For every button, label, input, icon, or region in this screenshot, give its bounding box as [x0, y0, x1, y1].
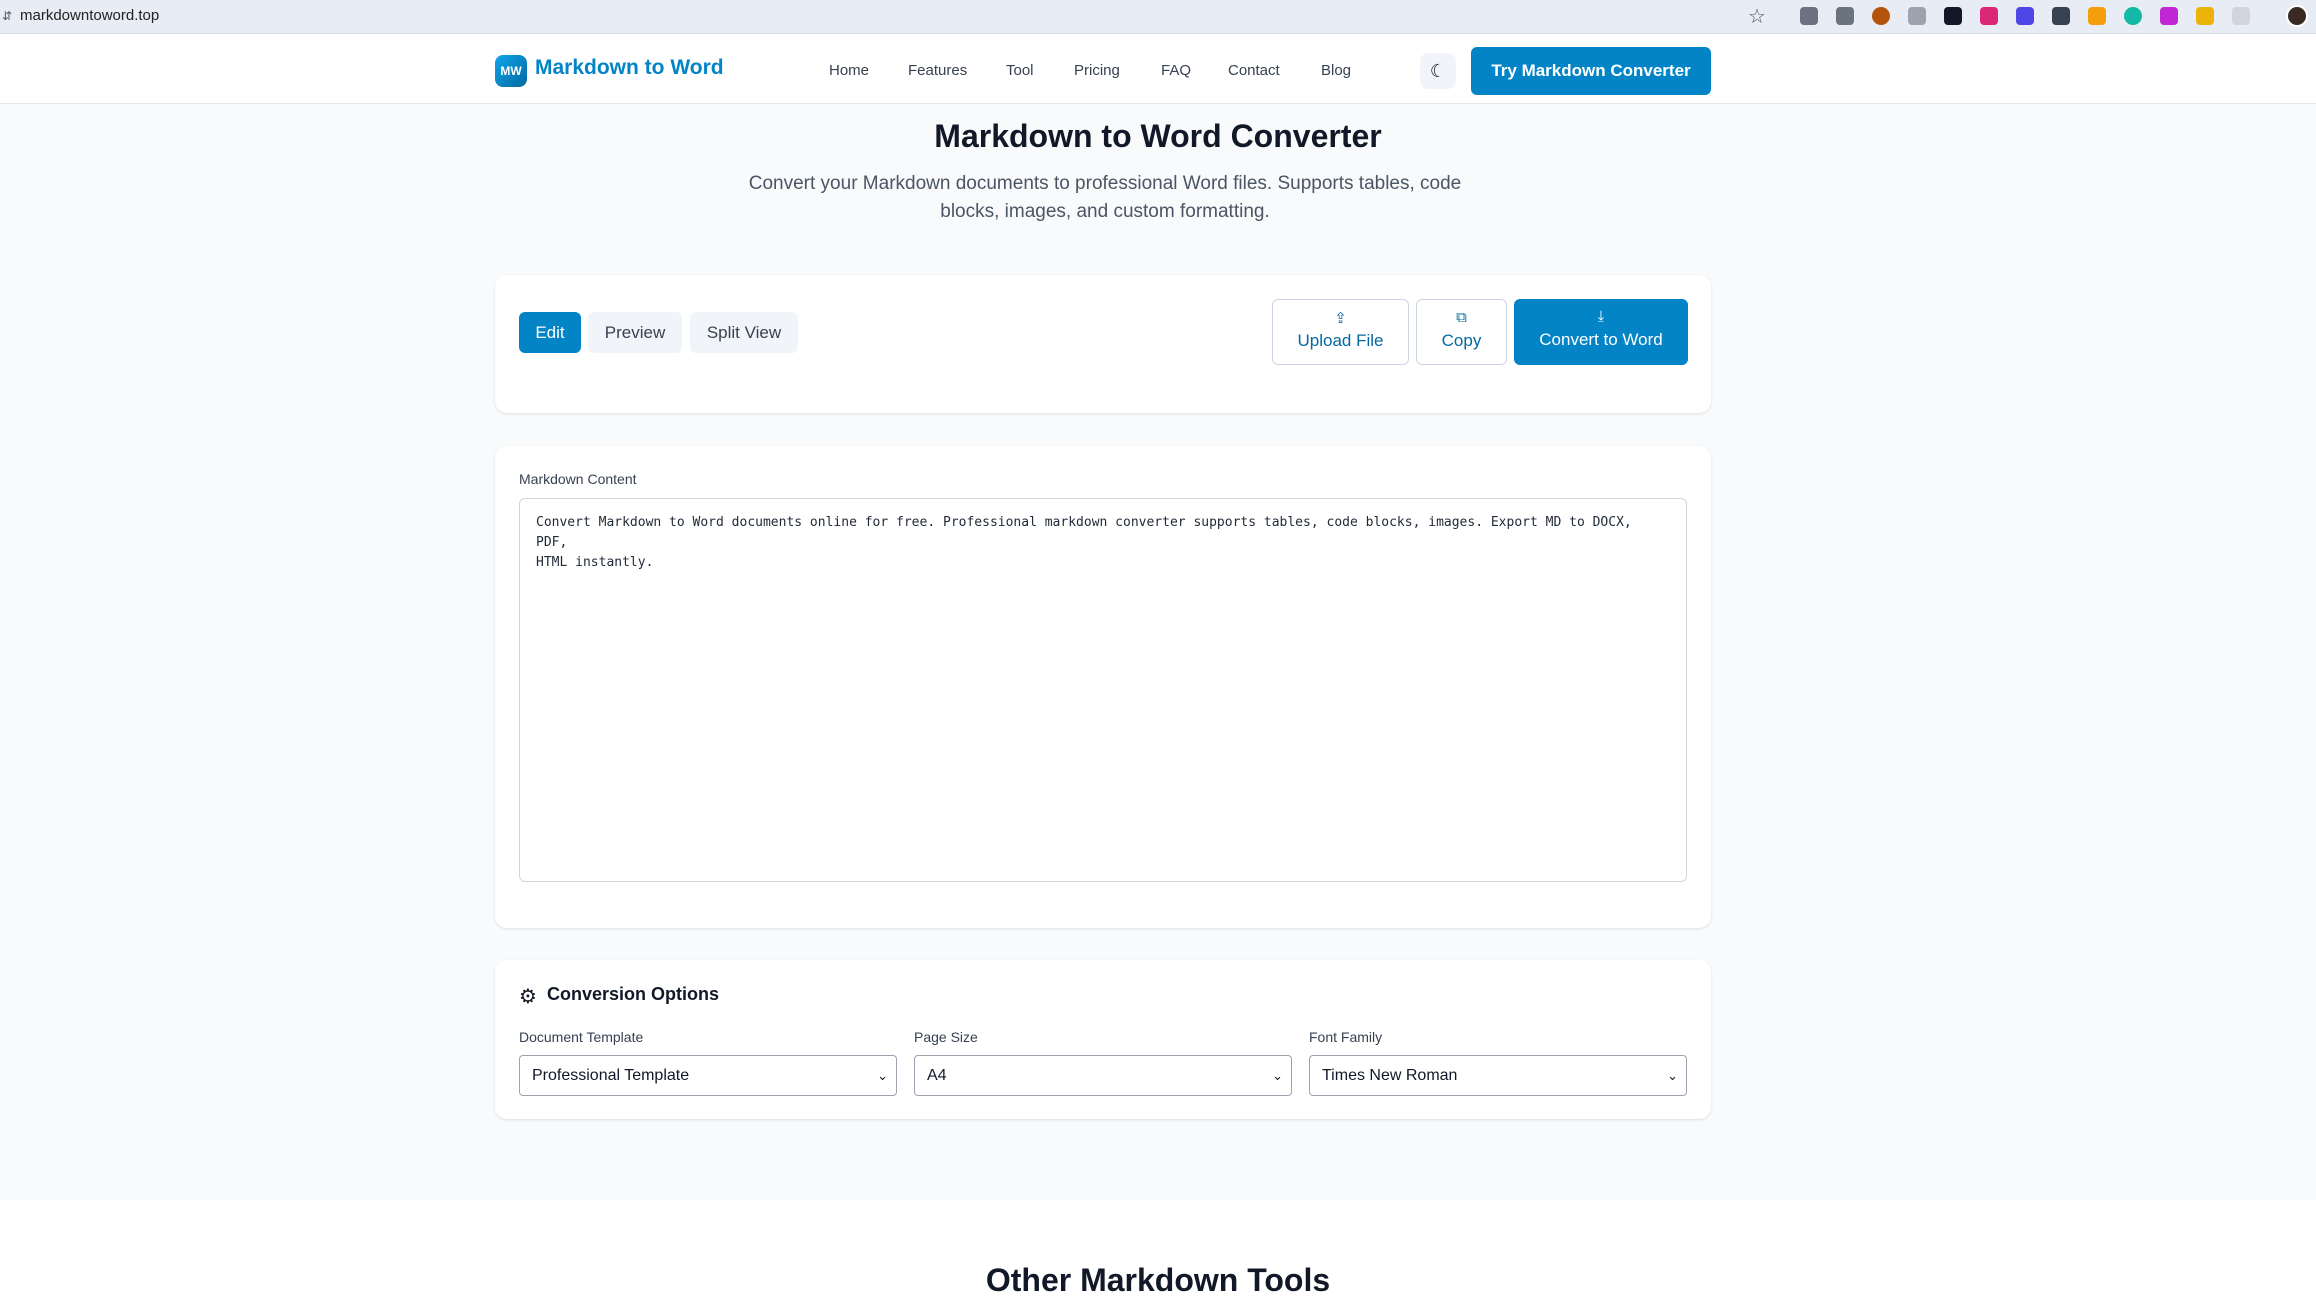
conversion-options-card: ⚙ Conversion Options Document Template P…	[495, 960, 1711, 1119]
conversion-options-title: Conversion Options	[547, 984, 720, 1004]
font-family-label: Font Family	[1309, 1029, 1383, 1045]
markdown-textarea[interactable]: Convert Markdown to Word documents onlin…	[519, 498, 1687, 882]
extension-icon[interactable]	[2160, 7, 2178, 25]
logo-badge[interactable]: MW	[495, 55, 527, 87]
extension-icon[interactable]	[1980, 7, 1998, 25]
page-subtitle: Convert your Markdown documents to profe…	[748, 173, 1462, 222]
moon-icon: ☾	[1429, 61, 1447, 81]
address-bar[interactable]: markdowntoword.top	[20, 7, 159, 24]
profile-avatar[interactable]	[2286, 5, 2308, 27]
split-view-button[interactable]: Split View	[690, 312, 798, 353]
page-size-label: Page Size	[914, 1029, 978, 1045]
nav-home[interactable]: Home	[829, 62, 869, 79]
chevron-down-icon: ⌄	[1272, 1068, 1283, 1083]
extension-icon[interactable]	[1836, 7, 1854, 25]
bookmark-star-icon[interactable]: ☆	[1748, 4, 1766, 29]
site-info-icon[interactable]: ⇵	[2, 9, 12, 23]
convert-to-word-label: Convert to Word	[1539, 330, 1663, 349]
browser-toolbar: ⇵ markdowntoword.top ☆	[0, 0, 2316, 34]
extension-icon[interactable]	[1872, 7, 1890, 25]
extension-icon[interactable]	[2052, 7, 2070, 25]
nav-faq[interactable]: FAQ	[1161, 62, 1191, 79]
font-family-value: Times New Roman	[1322, 1067, 1458, 1084]
edit-mode-button[interactable]: Edit	[519, 312, 581, 353]
gear-icon: ⚙	[519, 986, 537, 1008]
copy-label: Copy	[1441, 331, 1482, 350]
page-size-select[interactable]: A4 ⌄	[914, 1055, 1292, 1096]
logo-text[interactable]: Markdown to Word	[535, 56, 724, 80]
try-converter-button[interactable]: Try Markdown Converter	[1471, 47, 1711, 95]
site-header: MW Markdown to Word Home Features Tool P…	[0, 34, 2316, 104]
nav-features[interactable]: Features	[908, 62, 967, 79]
copy-button[interactable]: ⧉ Copy	[1416, 299, 1507, 365]
extension-icon[interactable]	[1944, 7, 1962, 25]
chevron-down-icon: ⌄	[877, 1068, 888, 1083]
upload-icon: ⇪	[1334, 310, 1347, 327]
nav-contact[interactable]: Contact	[1228, 62, 1280, 79]
extension-icon[interactable]	[2196, 7, 2214, 25]
document-template-label: Document Template	[519, 1029, 644, 1045]
extension-icon[interactable]	[2016, 7, 2034, 25]
nav-pricing[interactable]: Pricing	[1074, 62, 1120, 79]
document-template-value: Professional Template	[532, 1067, 690, 1084]
chevron-down-icon: ⌄	[1667, 1068, 1678, 1083]
copy-icon: ⧉	[1456, 309, 1467, 326]
page-title: Markdown to Word Converter	[934, 118, 1382, 154]
theme-toggle-button[interactable]: ☾	[1420, 53, 1456, 89]
convert-to-word-button[interactable]: ⤓ Convert to Word	[1514, 299, 1688, 365]
nav-tool[interactable]: Tool	[1006, 62, 1034, 79]
upload-file-label: Upload File	[1297, 331, 1384, 350]
extensions-puzzle-icon[interactable]	[2232, 7, 2250, 25]
toolbar-card: Edit Preview Split View ⇪ Upload File ⧉ …	[495, 275, 1711, 413]
font-family-select[interactable]: Times New Roman ⌄	[1309, 1055, 1687, 1096]
page-size-value: A4	[927, 1067, 947, 1084]
editor-card: Markdown Content Convert Markdown to Wor…	[495, 446, 1711, 928]
upload-file-button[interactable]: ⇪ Upload File	[1272, 299, 1409, 365]
nav-blog[interactable]: Blog	[1321, 62, 1351, 79]
markdown-content-label: Markdown Content	[519, 471, 637, 487]
extension-icon[interactable]	[1908, 7, 1926, 25]
preview-mode-button[interactable]: Preview	[588, 312, 682, 353]
extension-icon[interactable]	[1800, 7, 1818, 25]
download-icon: ⤓	[1597, 308, 1605, 325]
extension-icon[interactable]	[2088, 7, 2106, 25]
document-template-select[interactable]: Professional Template ⌄	[519, 1055, 897, 1096]
extension-icon[interactable]	[2124, 7, 2142, 25]
other-tools-title: Other Markdown Tools	[985, 1262, 1331, 1298]
